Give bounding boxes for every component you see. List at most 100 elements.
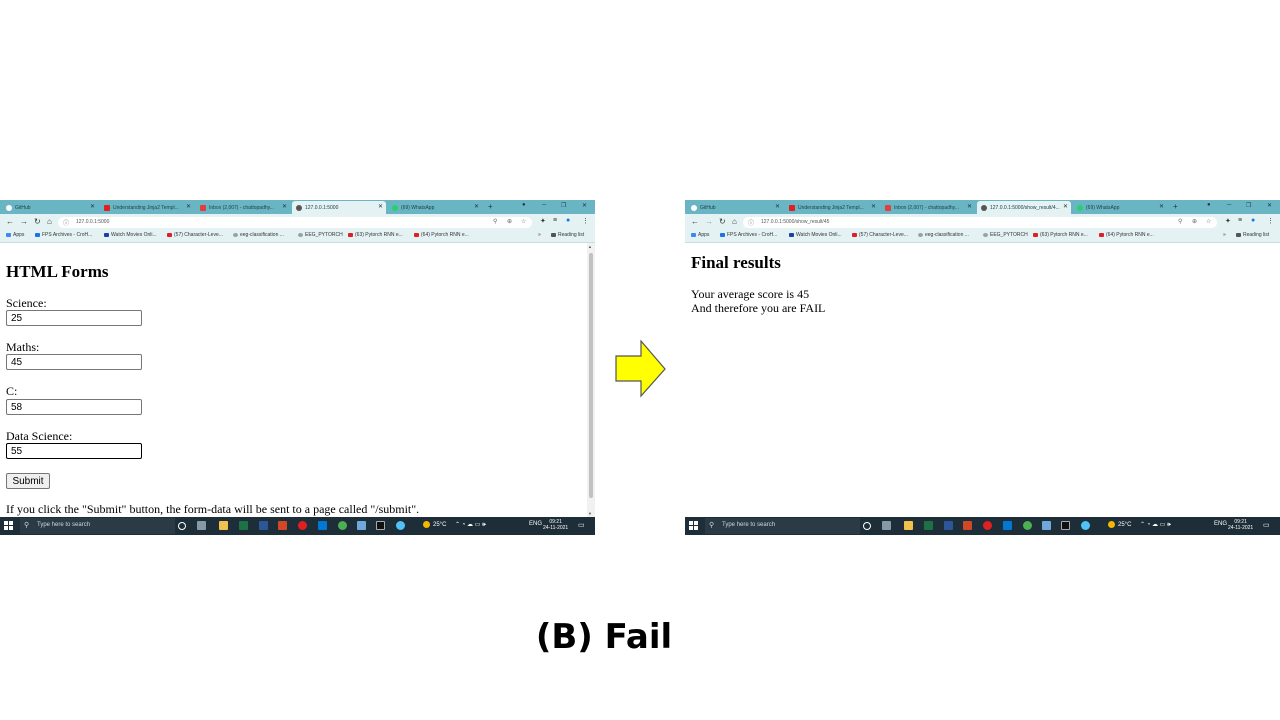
bookmark-fps[interactable]: FPS Archives - CroH... (720, 232, 777, 238)
install-icon[interactable]: ⊕ (507, 218, 512, 225)
word-icon[interactable] (944, 521, 953, 530)
powerpoint-icon[interactable] (278, 521, 287, 530)
reload-icon[interactable]: ↻ (34, 217, 41, 226)
terminal-icon[interactable] (376, 521, 385, 530)
back-icon[interactable]: ← (6, 217, 14, 226)
cortana-icon[interactable] (178, 522, 186, 530)
weather-widget[interactable]: 25°C (423, 521, 446, 528)
bookmark-eeg[interactable]: eeg-classification ... (918, 232, 969, 238)
close-tab-icon[interactable]: ✕ (871, 203, 876, 210)
language-indicator[interactable]: ENG (529, 521, 542, 527)
new-tab-plus-icon[interactable]: + (488, 202, 493, 211)
site-info-icon[interactable]: ⓘ (748, 218, 754, 227)
minimize-icon[interactable]: ─ (542, 202, 546, 208)
opera-icon[interactable] (983, 521, 992, 530)
notification-icon[interactable]: ▭ (578, 521, 585, 529)
address-bar[interactable]: ⓘ 127.0.0.1:5000 ⚲ ⊕ ☆ (58, 217, 532, 228)
bookmark-star-icon[interactable]: ☆ (521, 218, 526, 225)
zoom-search-icon[interactable]: ⚲ (1178, 218, 1182, 225)
home-icon[interactable]: ⌂ (732, 217, 737, 226)
notes-icon[interactable] (1042, 521, 1051, 530)
bookmark-eegpytorch[interactable]: EEG_PYTORCH (298, 232, 343, 238)
excel-icon[interactable] (924, 521, 933, 530)
scroll-down-icon[interactable]: ▼ (588, 511, 592, 516)
cortana-icon[interactable] (863, 522, 871, 530)
scroll-up-icon[interactable]: ▲ (588, 244, 592, 249)
reading-list-icon[interactable]: ≡ (1238, 217, 1242, 224)
close-tab-icon[interactable]: ✕ (186, 203, 191, 210)
close-tab-icon[interactable]: ✕ (90, 203, 95, 210)
bookmark-eeg[interactable]: eeg-classification ... (233, 232, 284, 238)
c-input[interactable] (6, 399, 142, 415)
forward-icon[interactable]: → (20, 217, 28, 226)
close-tab-icon[interactable]: ✕ (775, 203, 780, 210)
menu-kebab-icon[interactable]: ⋮ (1267, 217, 1274, 225)
vscode-icon[interactable] (1003, 521, 1012, 530)
close-tab-icon[interactable]: ✕ (378, 203, 383, 210)
system-tray-icons[interactable]: ⌃ ◔ ☁ ▭ 🕪 (1140, 521, 1171, 529)
vertical-scrollbar[interactable]: ▲ ▼ (587, 243, 595, 517)
tab-show-result[interactable]: 127.0.0.1:5000/show_result/4... ✕ (977, 201, 1071, 214)
site-info-icon[interactable]: ⓘ (63, 218, 69, 227)
tab-localhost[interactable]: 127.0.0.1:5000 ✕ (292, 201, 386, 214)
terminal-icon[interactable] (1061, 521, 1070, 530)
submit-button[interactable]: Submit (6, 473, 50, 489)
tab-github[interactable]: GitHub ✕ (687, 201, 783, 214)
bookmark-rnn64[interactable]: (64) Pytorch RNN e... (414, 232, 469, 238)
maths-input[interactable] (6, 354, 142, 370)
notification-icon[interactable]: ▭ (1263, 521, 1270, 529)
restore-icon[interactable]: ❐ (1246, 202, 1251, 209)
scrollbar-thumb[interactable] (589, 253, 593, 498)
bookmark-rnn63[interactable]: (63) Pytorch RNN e... (348, 232, 403, 238)
reading-list-icon[interactable]: ≡ (553, 217, 557, 224)
file-explorer-icon[interactable] (904, 521, 913, 530)
powerpoint-icon[interactable] (963, 521, 972, 530)
taskbar-search-box[interactable]: ⚲ Type here to search (705, 518, 860, 534)
notes-icon[interactable] (357, 521, 366, 530)
extensions-icon[interactable]: ✦ (540, 217, 546, 225)
windows-start-icon[interactable] (689, 521, 698, 530)
data-science-input[interactable] (6, 443, 142, 459)
weather-widget[interactable]: 25°C (1108, 521, 1131, 528)
tab-search-icon[interactable]: ● (522, 202, 526, 208)
tab-jinja[interactable]: Understanding Jinja2 Templ... ✕ (100, 201, 194, 214)
word-icon[interactable] (259, 521, 268, 530)
chrome-icon[interactable] (1023, 521, 1032, 530)
edge-icon[interactable] (1081, 521, 1090, 530)
close-tab-icon[interactable]: ✕ (1063, 203, 1068, 210)
windows-start-icon[interactable] (4, 521, 13, 530)
excel-icon[interactable] (239, 521, 248, 530)
tab-search-icon[interactable]: ● (1207, 202, 1211, 208)
close-tab-icon[interactable]: ✕ (474, 203, 479, 210)
tab-jinja[interactable]: Understanding Jinja2 Templ... ✕ (785, 201, 879, 214)
bookmark-movies[interactable]: Watch Movies Onli... (104, 232, 157, 238)
close-tab-icon[interactable]: ✕ (1159, 203, 1164, 210)
extensions-icon[interactable]: ✦ (1225, 217, 1231, 225)
opera-icon[interactable] (298, 521, 307, 530)
bookmark-charlevel[interactable]: (57) Character-Leve... (852, 232, 908, 238)
back-icon[interactable]: ← (691, 217, 699, 226)
tab-whatsapp[interactable]: (69) WhatsApp ✕ (388, 201, 482, 214)
edge-icon[interactable] (396, 521, 405, 530)
profile-avatar-icon[interactable]: ● (566, 217, 570, 224)
tab-github[interactable]: GitHub ✕ (2, 201, 98, 214)
taskbar-search-box[interactable]: ⚲ Type here to search (20, 518, 175, 534)
bookmark-star-icon[interactable]: ☆ (1206, 218, 1211, 225)
install-icon[interactable]: ⊕ (1192, 218, 1197, 225)
close-window-icon[interactable]: ✕ (582, 202, 587, 209)
vscode-icon[interactable] (318, 521, 327, 530)
close-window-icon[interactable]: ✕ (1267, 202, 1272, 209)
reading-list-link[interactable]: Reading list (1236, 232, 1269, 238)
tab-inbox[interactable]: Inbox (2,007) - chattopadhy... ✕ (196, 201, 290, 214)
bookmark-rnn64[interactable]: (64) Pytorch RNN e... (1099, 232, 1154, 238)
address-bar[interactable]: ⓘ 127.0.0.1:5000/show_result/45 ⚲ ⊕ ☆ (743, 217, 1217, 228)
taskbar-clock[interactable]: 09:21 24-11-2021 (543, 519, 568, 531)
tab-whatsapp[interactable]: (69) WhatsApp ✕ (1073, 201, 1167, 214)
zoom-search-icon[interactable]: ⚲ (493, 218, 497, 225)
minimize-icon[interactable]: ─ (1227, 202, 1231, 208)
close-tab-icon[interactable]: ✕ (282, 203, 287, 210)
tab-inbox[interactable]: Inbox (2,007) - chattopadhy... ✕ (881, 201, 975, 214)
home-icon[interactable]: ⌂ (47, 217, 52, 226)
bookmarks-overflow-chevron[interactable]: » (1223, 232, 1226, 238)
restore-icon[interactable]: ❐ (561, 202, 566, 209)
